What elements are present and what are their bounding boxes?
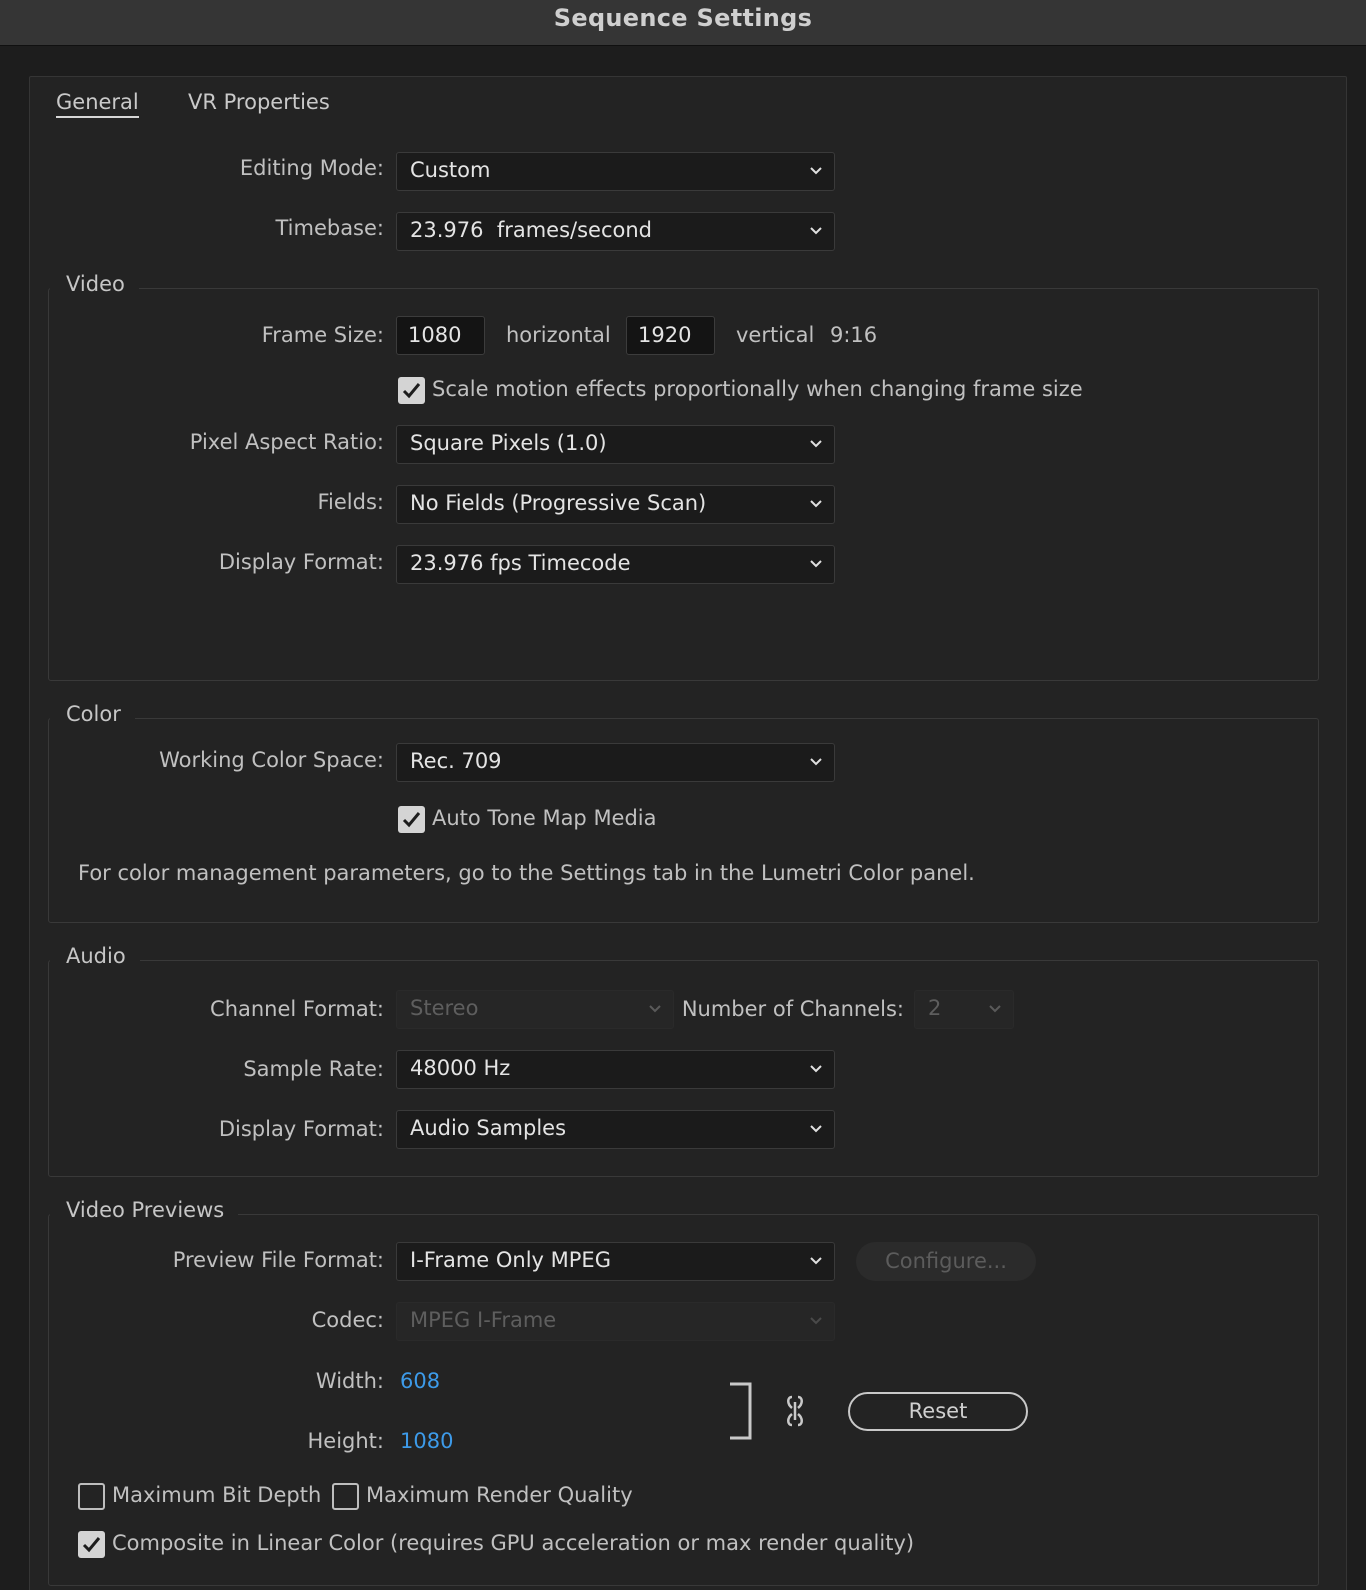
horizontal-label: horizontal xyxy=(506,323,611,347)
number-of-channels-dropdown[interactable]: 2 xyxy=(914,990,1014,1029)
video-display-format-dropdown[interactable]: 23.976 fps Timecode xyxy=(396,545,835,584)
chevron-down-icon xyxy=(810,1065,822,1073)
tab-general[interactable]: General xyxy=(56,90,139,118)
height-value[interactable]: 1080 xyxy=(400,1429,453,1453)
chevron-down-icon xyxy=(810,227,822,235)
editing-mode-label: Editing Mode: xyxy=(239,156,384,180)
width-value[interactable]: 608 xyxy=(400,1369,440,1393)
sample-rate-label: Sample Rate: xyxy=(243,1057,384,1081)
max-render-quality-label: Maximum Render Quality xyxy=(366,1483,633,1507)
pixel-aspect-dropdown[interactable]: Square Pixels (1.0) xyxy=(396,425,835,464)
pixel-aspect-value: Square Pixels (1.0) xyxy=(410,431,607,455)
channel-format-value: Stereo xyxy=(410,996,479,1020)
chevron-down-icon xyxy=(810,1125,822,1133)
chain-link-icon[interactable] xyxy=(784,1394,806,1428)
height-label: Height: xyxy=(307,1429,385,1453)
timebase-dropdown[interactable]: 23.976 frames/second xyxy=(396,212,835,251)
video-legend: Video xyxy=(50,272,139,296)
checkmark-icon xyxy=(402,812,421,828)
color-management-note: For color management parameters, go to t… xyxy=(78,861,975,885)
codec-label: Codec: xyxy=(311,1308,384,1332)
channel-format-dropdown[interactable]: Stereo xyxy=(396,990,674,1029)
chevron-down-icon xyxy=(989,1005,1001,1013)
color-legend: Color xyxy=(50,702,135,726)
audio-display-format-value: Audio Samples xyxy=(410,1116,567,1140)
chevron-down-icon xyxy=(810,500,822,508)
window-titlebar: Sequence Settings xyxy=(0,0,1366,46)
checkmark-icon xyxy=(402,383,421,399)
auto-tone-map-label: Auto Tone Map Media xyxy=(432,806,657,830)
vertical-label: vertical xyxy=(736,323,815,347)
max-render-quality-checkbox[interactable] xyxy=(332,1483,359,1510)
aspect-ratio-text: 9:16 xyxy=(830,323,878,347)
max-bit-depth-label: Maximum Bit Depth xyxy=(112,1483,322,1507)
chevron-down-icon xyxy=(810,167,822,175)
audio-legend: Audio xyxy=(50,944,140,968)
working-color-space-dropdown[interactable]: Rec. 709 xyxy=(396,743,835,782)
configure-button[interactable]: Configure... xyxy=(856,1242,1036,1281)
chevron-down-icon xyxy=(810,1317,822,1325)
editing-mode-dropdown[interactable]: Custom xyxy=(396,152,835,191)
fields-label: Fields: xyxy=(317,490,385,514)
preview-file-format-label: Preview File Format: xyxy=(172,1248,384,1272)
preview-file-format-dropdown[interactable]: I-Frame Only MPEG xyxy=(396,1242,835,1281)
codec-value: MPEG I-Frame xyxy=(410,1308,557,1332)
channel-format-label: Channel Format: xyxy=(210,997,384,1021)
frame-height-input[interactable]: 1920 xyxy=(626,316,715,355)
preview-file-format-value: I-Frame Only MPEG xyxy=(410,1248,611,1272)
audio-display-format-label: Display Format: xyxy=(218,1117,384,1141)
max-bit-depth-checkbox[interactable] xyxy=(78,1483,105,1510)
width-label: Width: xyxy=(315,1369,384,1393)
video-previews-legend: Video Previews xyxy=(50,1198,239,1222)
composite-linear-checkbox[interactable] xyxy=(78,1531,105,1558)
link-bracket-icon xyxy=(730,1382,752,1440)
checkmark-icon xyxy=(82,1537,101,1553)
codec-dropdown[interactable]: MPEG I-Frame xyxy=(396,1302,835,1341)
frame-width-input[interactable]: 1080 xyxy=(396,316,485,355)
working-color-space-label: Working Color Space: xyxy=(159,748,384,772)
pixel-aspect-label: Pixel Aspect Ratio: xyxy=(189,430,384,454)
auto-tone-map-checkbox[interactable] xyxy=(398,806,425,833)
number-of-channels-label: Number of Channels: xyxy=(681,997,904,1021)
composite-linear-label: Composite in Linear Color (requires GPU … xyxy=(112,1531,915,1555)
audio-display-format-dropdown[interactable]: Audio Samples xyxy=(396,1110,835,1149)
scale-motion-checkbox[interactable] xyxy=(398,377,425,404)
editing-mode-value: Custom xyxy=(410,158,491,182)
chevron-down-icon xyxy=(810,758,822,766)
window-title: Sequence Settings xyxy=(553,4,813,32)
number-of-channels-value: 2 xyxy=(928,996,942,1020)
timebase-value: 23.976 frames/second xyxy=(410,218,653,242)
frame-height-value: 1920 xyxy=(638,323,692,347)
sample-rate-value: 48000 Hz xyxy=(410,1056,511,1080)
video-display-format-label: Display Format: xyxy=(218,550,384,574)
chevron-down-icon xyxy=(810,440,822,448)
fields-value: No Fields (Progressive Scan) xyxy=(410,491,707,515)
chevron-down-icon xyxy=(810,560,822,568)
chevron-down-icon xyxy=(810,1257,822,1265)
sample-rate-dropdown[interactable]: 48000 Hz xyxy=(396,1050,835,1089)
tab-vr-properties[interactable]: VR Properties xyxy=(188,90,330,114)
reset-button[interactable]: Reset xyxy=(848,1392,1028,1431)
video-display-format-value: 23.976 fps Timecode xyxy=(410,551,631,575)
scale-motion-label: Scale motion effects proportionally when… xyxy=(432,377,1083,401)
fields-dropdown[interactable]: No Fields (Progressive Scan) xyxy=(396,485,835,524)
chevron-down-icon xyxy=(649,1005,661,1013)
frame-width-value: 1080 xyxy=(408,323,462,347)
working-color-space-value: Rec. 709 xyxy=(410,749,502,773)
timebase-label: Timebase: xyxy=(275,216,384,240)
frame-size-label: Frame Size: xyxy=(261,323,384,347)
